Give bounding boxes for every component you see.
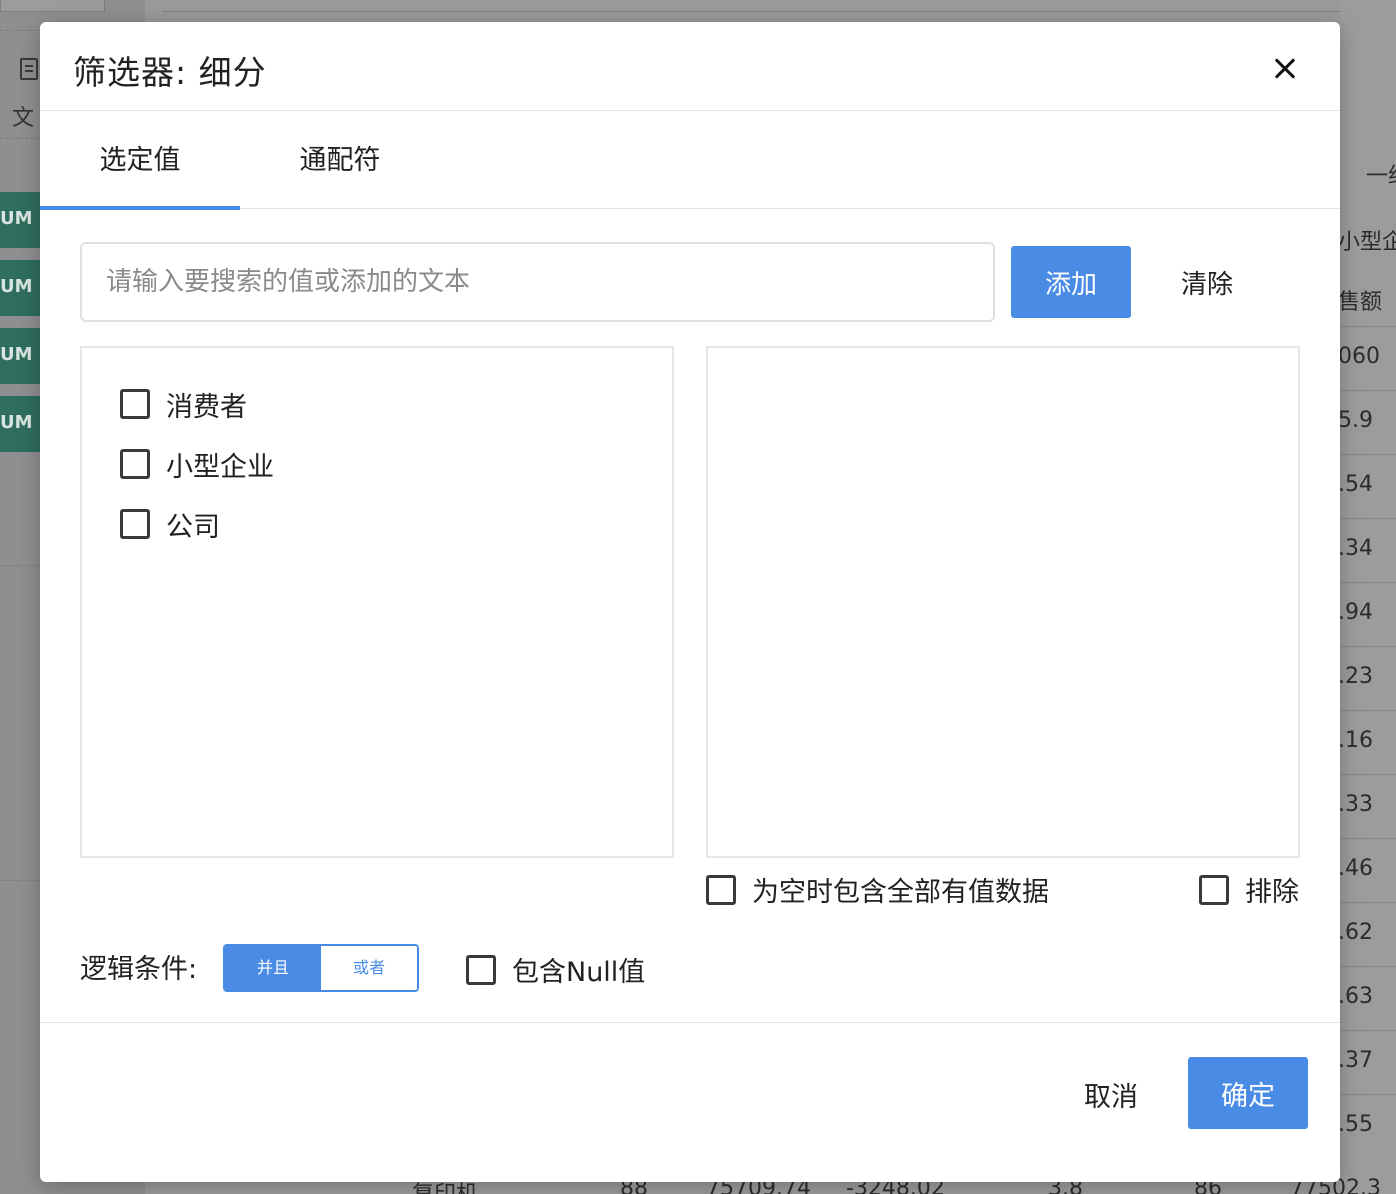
table-cell: .62 [1338, 920, 1373, 945]
include-null-label: 包含Null值 [512, 957, 646, 988]
include-all-when-empty-label: 为空时包含全部有值数据 [752, 877, 1049, 908]
table-metric-partial: 售额 [1338, 290, 1383, 315]
sidebar-field-pill: UM [0, 328, 40, 384]
table-row-line [1340, 774, 1396, 775]
table-row-line [1340, 582, 1396, 583]
table-row-line [1340, 1094, 1396, 1095]
table-cell: .23 [1338, 664, 1373, 689]
table-cell: .16 [1338, 728, 1373, 753]
app-top-strip-right [162, 0, 1396, 12]
dialog-footer: 取消 确定 [40, 1022, 1340, 1182]
tab-selected-values[interactable]: 选定值 [40, 111, 240, 210]
sidebar-field-pill: UM [0, 396, 40, 452]
table-cell: .46 [1338, 856, 1373, 881]
available-values-list: 消费者 小型企业 公司 [80, 346, 674, 858]
dialog-tabs: 选定值 通配符 [40, 111, 1340, 210]
table-cell: .33 [1338, 792, 1373, 817]
table-cell: .34 [1338, 536, 1373, 561]
table-cell: .94 [1338, 600, 1373, 625]
logic-condition-toggle: 并且 或者 [223, 944, 419, 992]
include-all-when-empty-checkbox[interactable] [706, 874, 736, 905]
clear-button[interactable]: 清除 [1160, 246, 1254, 318]
option-small-business[interactable]: 小型企业 [120, 444, 274, 484]
ok-button[interactable]: 确定 [1188, 1057, 1308, 1129]
close-icon[interactable] [1268, 52, 1302, 86]
add-button[interactable]: 添加 [1011, 246, 1131, 318]
logic-and-button[interactable]: 并且 [225, 946, 321, 990]
sidebar-field-pill: UM [0, 260, 40, 316]
document-icon [20, 58, 38, 80]
table-cell: .54 [1338, 472, 1373, 497]
table-row-line [1340, 838, 1396, 839]
exclude-option[interactable]: 排除 [1199, 870, 1299, 909]
table-row-line [1340, 710, 1396, 711]
table-cell: 060 [1338, 344, 1380, 369]
option-checkbox[interactable] [120, 389, 150, 419]
option-label: 消费者 [166, 391, 247, 423]
selected-values-list [706, 346, 1300, 858]
include-all-when-empty-option[interactable]: 为空时包含全部有值数据 [706, 870, 1049, 909]
option-label: 小型企业 [166, 451, 274, 483]
logic-or-button[interactable]: 或者 [321, 946, 417, 990]
include-null-checkbox[interactable] [466, 954, 496, 985]
filter-dialog: 筛选器: 细分 选定值 通配符 添加 清除 消费者 小型企业 公司 为空时包含全… [40, 22, 1340, 1182]
table-cell: .37 [1338, 1048, 1373, 1073]
sidebar-field-pill: UM [0, 192, 40, 248]
search-input[interactable] [80, 242, 995, 322]
option-consumer[interactable]: 消费者 [120, 384, 247, 424]
table-row-line [1340, 454, 1396, 455]
table-cell: .55 [1338, 1112, 1373, 1137]
table-header-partial: 一约 [1366, 164, 1396, 189]
tab-wildcard[interactable]: 通配符 [240, 111, 440, 209]
table-row-line [1340, 646, 1396, 647]
table-row-line [1340, 1030, 1396, 1031]
table-cell: 5.9 [1338, 408, 1373, 433]
logic-condition-label: 逻辑条件: [80, 954, 198, 985]
option-label: 公司 [166, 511, 220, 543]
table-cell: .63 [1338, 984, 1373, 1009]
exclude-label: 排除 [1245, 877, 1299, 908]
table-row-line [1340, 966, 1396, 967]
table-row-line [1340, 390, 1396, 391]
table-row-line [1340, 518, 1396, 519]
option-checkbox[interactable] [120, 509, 150, 539]
option-checkbox[interactable] [120, 449, 150, 479]
table-row-line [1340, 326, 1396, 327]
dialog-header: 筛选器: 细分 [40, 22, 1340, 111]
table-segment-partial: 小型企 [1338, 230, 1396, 255]
dialog-title: 筛选器: 细分 [73, 53, 267, 92]
include-null-option[interactable]: 包含Null值 [466, 950, 645, 989]
option-company[interactable]: 公司 [120, 504, 220, 544]
cancel-button[interactable]: 取消 [1066, 1059, 1156, 1129]
app-top-strip-left [0, 0, 105, 12]
exclude-checkbox[interactable] [1199, 874, 1229, 905]
table-row-line [1340, 902, 1396, 903]
sidebar-doc-label: 文 [12, 106, 35, 131]
